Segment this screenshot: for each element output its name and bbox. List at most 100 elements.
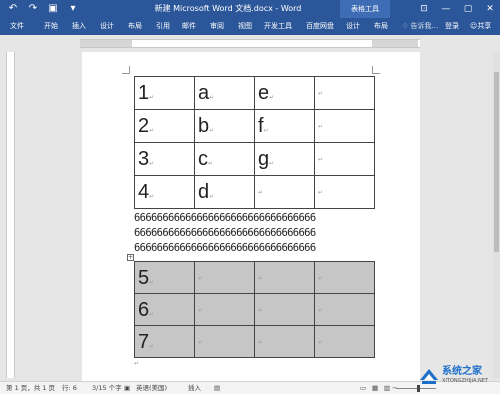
end-paragraph-mark: ↵ (134, 360, 140, 367)
tab-insert[interactable]: 插入 (72, 21, 86, 32)
undo-icon[interactable]: ↶ (6, 2, 20, 16)
table-cell[interactable]: d↵ (194, 175, 255, 209)
ruler-left-margin (80, 40, 132, 47)
context-tab-table-tools: 表格工具 (340, 0, 390, 18)
watermark-logo-icon (420, 369, 438, 384)
save-icon[interactable]: ▣ (46, 2, 60, 16)
table-cell[interactable]: e↵ (254, 76, 315, 110)
vertical-ruler[interactable] (6, 52, 15, 378)
table-cell[interactable]: ↵ (254, 325, 315, 358)
paragraph-line[interactable]: 66666666666666666666666666666666 (134, 242, 316, 255)
ruler-right-margin (372, 40, 418, 47)
tab-table-layout[interactable]: 布局 (374, 21, 388, 32)
macro-icon[interactable]: ▤ (214, 382, 220, 394)
table-row: 2↵ b↵ f↵ ↵ (134, 109, 375, 143)
scrollbar-thumb[interactable] (494, 72, 499, 252)
table-cell[interactable]: ↵ (314, 142, 375, 176)
tab-file[interactable]: 文件 (10, 21, 24, 32)
paragraph-line[interactable]: 66666666666666666666666666666666 (134, 212, 316, 225)
redo-icon[interactable]: ↷ (26, 2, 40, 16)
tab-view[interactable]: 视图 (238, 21, 252, 32)
table-row: 5↵ ↵ ↵ ↵ (134, 261, 375, 294)
table-cell[interactable]: 6↵ (134, 293, 195, 326)
table-cell[interactable]: ↵ (314, 109, 375, 143)
table-cell[interactable]: 3↵ (134, 142, 195, 176)
tell-me-text: 告诉我... (410, 22, 439, 30)
insert-mode[interactable]: 插入 (188, 382, 201, 394)
horizontal-ruler[interactable] (80, 39, 420, 48)
word-count[interactable]: 3/15 个字 (92, 382, 122, 394)
share-button[interactable]: ☺共享 (470, 21, 491, 31)
maximize-icon[interactable]: ▢ (462, 2, 474, 16)
tab-layout[interactable]: 布局 (128, 21, 142, 32)
table-cell[interactable]: ↵ (314, 261, 375, 294)
table-cell[interactable]: ↵ (254, 175, 315, 209)
table-cell[interactable]: 2↵ (134, 109, 195, 143)
paragraph-line[interactable]: 66666666666666666666666666666666 (134, 227, 316, 240)
zoom-slider[interactable] (396, 388, 436, 389)
table-2-selected[interactable]: 5↵ ↵ ↵ ↵ 6↵ ↵ ↵ ↵ 7↵ ↵ ↵ ↵ (134, 261, 375, 358)
page-count[interactable]: 第 1 页，共 1 页 (6, 382, 55, 394)
table-cell[interactable]: 7↵ (134, 325, 195, 358)
table-cell[interactable]: ↵ (254, 293, 315, 326)
ruler-area (0, 35, 500, 50)
table-row: 3↵ c↵ g↵ ↵ (134, 142, 375, 176)
table-cell[interactable]: ↵ (194, 325, 255, 358)
tab-home[interactable]: 开始 (44, 21, 58, 32)
watermark: 系统之家 XITONGZHIJIA.NET (418, 364, 500, 388)
table-cell[interactable]: c↵ (194, 142, 255, 176)
minimize-icon[interactable]: — (440, 2, 452, 16)
tell-me-search[interactable]: ♢ 告诉我... (402, 21, 438, 31)
ribbon-display-icon[interactable]: ⊡ (418, 2, 430, 16)
document-title: 新建 Microsoft Word 文档.docx - Word (154, 4, 302, 13)
quick-access-toolbar: ↶ ↷ ▣ ▾ (6, 2, 80, 16)
table-row: 1↵ a↵ e↵ ↵ (134, 76, 375, 110)
crop-mark (372, 66, 380, 74)
language-indicator[interactable]: 英语(美国) (136, 382, 167, 394)
read-mode-icon[interactable]: ▭ (360, 382, 366, 394)
tab-table-design[interactable]: 设计 (346, 21, 360, 32)
signin-link[interactable]: 登录 (445, 21, 459, 31)
table-cell[interactable]: ↵ (194, 261, 255, 294)
print-layout-icon[interactable]: ▦ (372, 382, 378, 394)
table-row: 6↵ ↵ ↵ ↵ (134, 293, 375, 326)
row-indicator: 行: 6 (62, 384, 77, 392)
table-cell[interactable]: b↵ (194, 109, 255, 143)
proofing-icon[interactable]: ▣ (124, 382, 130, 394)
table-cell[interactable]: g↵ (254, 142, 315, 176)
tab-review[interactable]: 审阅 (210, 21, 224, 32)
window-controls: ⊡ — ▢ ✕ (418, 2, 496, 16)
table-move-handle-icon[interactable]: + (127, 254, 134, 261)
table-cell[interactable]: ↵ (314, 76, 375, 110)
table-row: 4↵ d↵ ↵ ↵ (134, 175, 375, 209)
table-cell[interactable]: ↵ (254, 261, 315, 294)
table-cell[interactable]: 5↵ (134, 261, 195, 294)
table-cell[interactable]: 4↵ (134, 175, 195, 209)
customize-qat-icon[interactable]: ▾ (66, 2, 80, 16)
vertical-scrollbar[interactable] (493, 52, 500, 378)
tab-design[interactable]: 设计 (100, 21, 114, 32)
table-1[interactable]: 1↵ a↵ e↵ ↵ 2↵ b↵ f↵ ↵ 3↵ c↵ g↵ ↵ 4↵ d↵ ↵… (134, 76, 375, 209)
web-layout-icon[interactable]: ▥ (384, 382, 390, 394)
document-page[interactable]: 1↵ a↵ e↵ ↵ 2↵ b↵ f↵ ↵ 3↵ c↵ g↵ ↵ 4↵ d↵ ↵… (82, 52, 420, 382)
tab-references[interactable]: 引用 (156, 21, 170, 32)
title-bar: ↶ ↷ ▣ ▾ 新建 Microsoft Word 文档.docx - Word… (0, 0, 500, 18)
watermark-url: XITONGZHIJIA.NET (442, 378, 488, 384)
table-cell[interactable]: a↵ (194, 76, 255, 110)
crop-mark (122, 66, 130, 74)
lightbulb-icon: ♢ (402, 22, 409, 30)
tab-developer[interactable]: 开发工具 (264, 21, 292, 32)
tab-baidu-netdisk[interactable]: 百度网盘 (306, 21, 334, 32)
share-label: 共享 (477, 22, 492, 30)
ribbon-tabs: 文件 开始 插入 设计 布局 引用 邮件 审阅 视图 开发工具 百度网盘 设计 … (0, 18, 500, 35)
table-cell[interactable]: ↵ (194, 293, 255, 326)
tab-mailings[interactable]: 邮件 (182, 21, 196, 32)
watermark-name: 系统之家 (442, 366, 482, 377)
table-cell[interactable]: ↵ (314, 175, 375, 209)
table-cell[interactable]: ↵ (314, 293, 375, 326)
table-cell[interactable]: f↵ (254, 109, 315, 143)
table-cell[interactable]: 1↵ (134, 76, 195, 110)
table-cell[interactable]: ↵ (314, 325, 375, 358)
close-icon[interactable]: ✕ (484, 2, 496, 16)
table-row: 7↵ ↵ ↵ ↵ (134, 325, 375, 358)
